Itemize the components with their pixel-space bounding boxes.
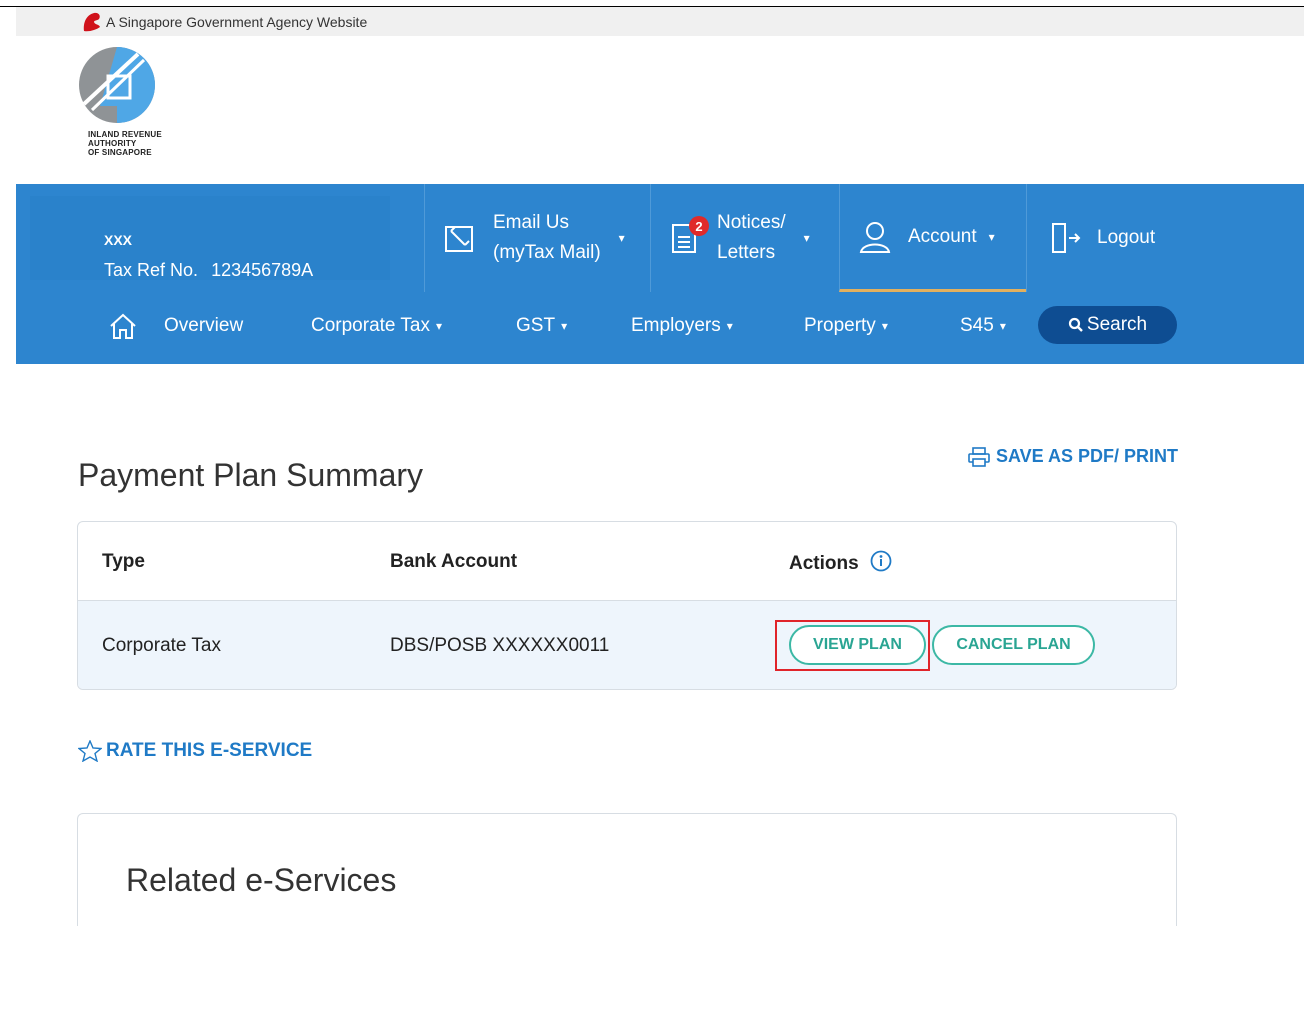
logout-label: Logout [1097,227,1156,248]
save-as-pdf-print-link[interactable]: SAVE AS PDF/ PRINT [968,446,1178,467]
search-icon [1068,317,1083,332]
lion-head-icon [83,12,100,31]
page-bottom-whitespace [0,926,1304,1021]
mail-edit-icon [445,226,473,252]
page-title: Payment Plan Summary [78,457,424,494]
star-icon [78,740,102,762]
notification-badge: 2 [689,216,709,236]
nav-gst-label: GST [516,315,556,336]
chevron-down-icon: ▾ [618,231,625,245]
user-name: XXX [104,232,133,248]
view-plan-highlight-box [775,620,930,671]
user-icon [859,221,891,253]
nav-employers-label: Employers [631,315,721,336]
main-nav: Overview Corporate Tax ▾ GST ▾ Employers… [16,292,1304,364]
chevron-down-icon: ▾ [803,231,810,245]
chevron-down-icon: ▾ [988,229,995,244]
email-us-label-1: Email Us [493,212,570,233]
column-header-bank-account: Bank Account [390,551,518,572]
nav-s45[interactable]: S45 ▾ [960,292,1006,360]
chevron-down-icon: ▾ [999,319,1006,333]
logout-icon [1052,223,1081,253]
payment-plan-table: Type Bank Account Actions Corporate Tax … [77,521,1177,690]
chevron-down-icon: ▾ [561,319,568,333]
chevron-down-icon: ▾ [436,319,443,333]
nav-employers[interactable]: Employers ▾ [631,292,733,360]
table-row: Corporate Tax DBS/POSB XXXXXX0011 VIEW P… [78,600,1176,689]
notices-label-1: Notices/ [717,212,786,233]
tax-ref-value: 123456789A [211,260,314,280]
rate-e-service-link[interactable]: RATE THIS E-SERVICE [78,740,312,762]
iras-logo-text: INLAND REVENUE AUTHORITY OF SINGAPORE [88,130,198,157]
nav-corporate-tax[interactable]: Corporate Tax ▾ [311,292,442,360]
related-e-services-card: Related e-Services [77,813,1177,944]
nav-corporate-tax-label: Corporate Tax [311,315,430,336]
row-type: Corporate Tax [102,635,221,656]
email-us-menu[interactable]: Email Us (myTax Mail) ▾ [424,184,649,292]
logo-line-1: INLAND REVENUE [88,130,162,139]
logout-button[interactable]: Logout [1026,184,1304,292]
notices-label-2: Letters [717,242,776,263]
email-us-label-2: (myTax Mail) [493,242,601,263]
iras-logo-emblem-icon [79,47,155,123]
search-label: Search [1086,314,1148,335]
nav-overview-label: Overview [164,315,244,336]
search-button[interactable]: Search [1038,306,1177,344]
user-info: XXX Tax Ref No. 123456789A [30,196,390,280]
government-banner-text: A Singapore Government Agency Website [106,13,368,30]
logo-line-3: OF SINGAPORE [88,148,152,157]
nav-overview[interactable]: Overview [108,292,243,360]
tax-ref-label: Tax Ref No. [104,260,199,280]
account-menu[interactable]: Account ▾ [839,184,1026,292]
rate-e-service-label: RATE THIS E-SERVICE [106,740,313,761]
nav-gst[interactable]: GST ▾ [516,292,567,360]
home-icon [110,313,136,339]
actions-header-label: Actions [789,553,859,574]
row-bank-account: DBS/POSB XXXXXX0011 [390,635,610,656]
notices-letters-menu[interactable]: 2 Notices/ Letters ▾ [650,184,838,292]
column-header-actions: Actions [789,550,892,575]
info-icon[interactable] [870,550,892,572]
cancel-plan-button[interactable]: CANCEL PLAN [932,625,1095,665]
save-as-pdf-label: SAVE AS PDF/ PRINT [996,446,1179,466]
column-header-type: Type [102,551,145,572]
related-e-services-title: Related e-Services [126,862,397,898]
nav-property[interactable]: Property ▾ [804,292,888,360]
chevron-down-icon: ▾ [726,319,733,333]
logo-line-2: AUTHORITY [88,139,137,148]
user-header-bar: XXX Tax Ref No. 123456789A Email Us (myT… [16,184,1304,292]
nav-property-label: Property [804,315,876,336]
iras-logo[interactable]: INLAND REVENUE AUTHORITY OF SINGAPORE [78,46,198,157]
printer-icon [968,446,990,467]
nav-s45-label: S45 [960,315,994,336]
tax-ref: Tax Ref No. 123456789A [104,260,313,281]
account-label: Account [908,225,977,247]
chevron-down-icon: ▾ [881,319,888,333]
government-banner: A Singapore Government Agency Website [16,7,1304,36]
